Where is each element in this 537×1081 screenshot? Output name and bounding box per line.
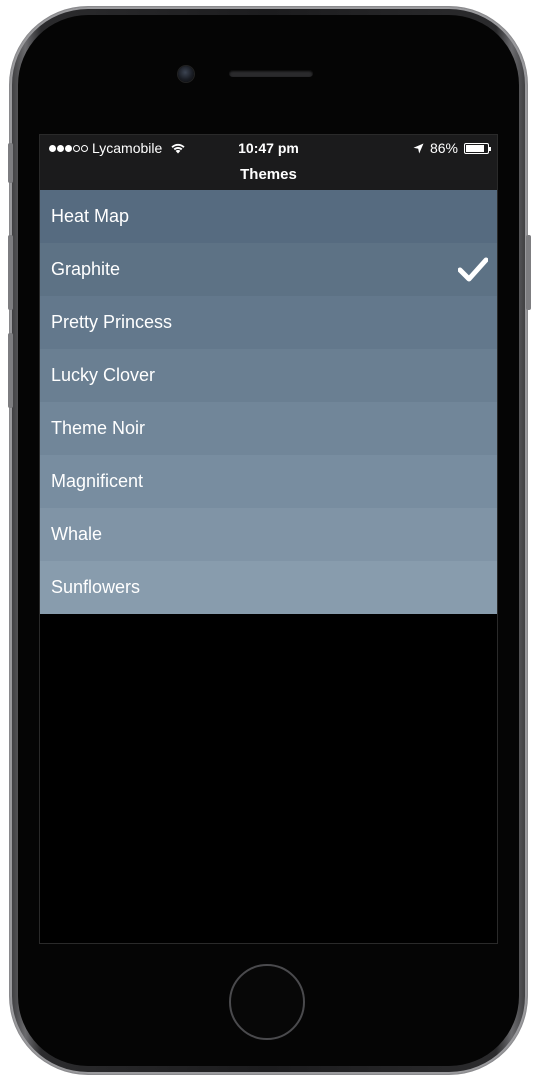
theme-label: Graphite xyxy=(51,259,121,279)
navigation-bar: Themes xyxy=(40,161,497,190)
theme-row[interactable]: Whale xyxy=(40,508,497,561)
volume-up-button xyxy=(8,235,13,310)
theme-label: Sunflowers xyxy=(51,577,141,597)
mute-switch xyxy=(8,143,13,183)
status-bar: Lycamobile 10:47 pm 86% xyxy=(40,135,497,161)
battery-percent: 86% xyxy=(429,140,458,156)
status-right: 86% xyxy=(413,140,491,156)
theme-label: Lucky Clover xyxy=(51,365,156,385)
screen: Lycamobile 10:47 pm 86% Themes Heat Map G… xyxy=(40,135,497,943)
theme-label: Pretty Princess xyxy=(51,312,173,332)
theme-row[interactable]: Lucky Clover xyxy=(40,349,497,402)
battery-level-fill xyxy=(466,144,485,152)
power-button xyxy=(526,235,531,310)
theme-row[interactable]: Graphite xyxy=(40,243,497,296)
earpiece-speaker xyxy=(229,70,313,77)
page-title: Themes xyxy=(240,166,297,183)
theme-row[interactable]: Heat Map xyxy=(40,190,497,243)
location-arrow-icon xyxy=(413,143,424,153)
theme-list: Heat Map Graphite Pretty Princess Lucky Clo… xyxy=(40,190,497,614)
theme-row[interactable]: Pretty Princess xyxy=(40,296,497,349)
checkmark-icon xyxy=(458,257,488,282)
volume-down-button xyxy=(8,333,13,408)
battery-icon xyxy=(464,142,491,154)
theme-label: Whale xyxy=(51,524,103,544)
theme-label: Theme Noir xyxy=(51,418,146,438)
theme-row[interactable]: Theme Noir xyxy=(40,402,497,455)
theme-row[interactable]: Magnificent xyxy=(40,455,497,508)
theme-row[interactable]: Sunflowers xyxy=(40,561,497,614)
theme-label: Heat Map xyxy=(51,206,130,226)
home-button[interactable] xyxy=(229,964,305,1040)
front-camera xyxy=(178,66,194,82)
theme-label: Magnificent xyxy=(51,471,144,491)
